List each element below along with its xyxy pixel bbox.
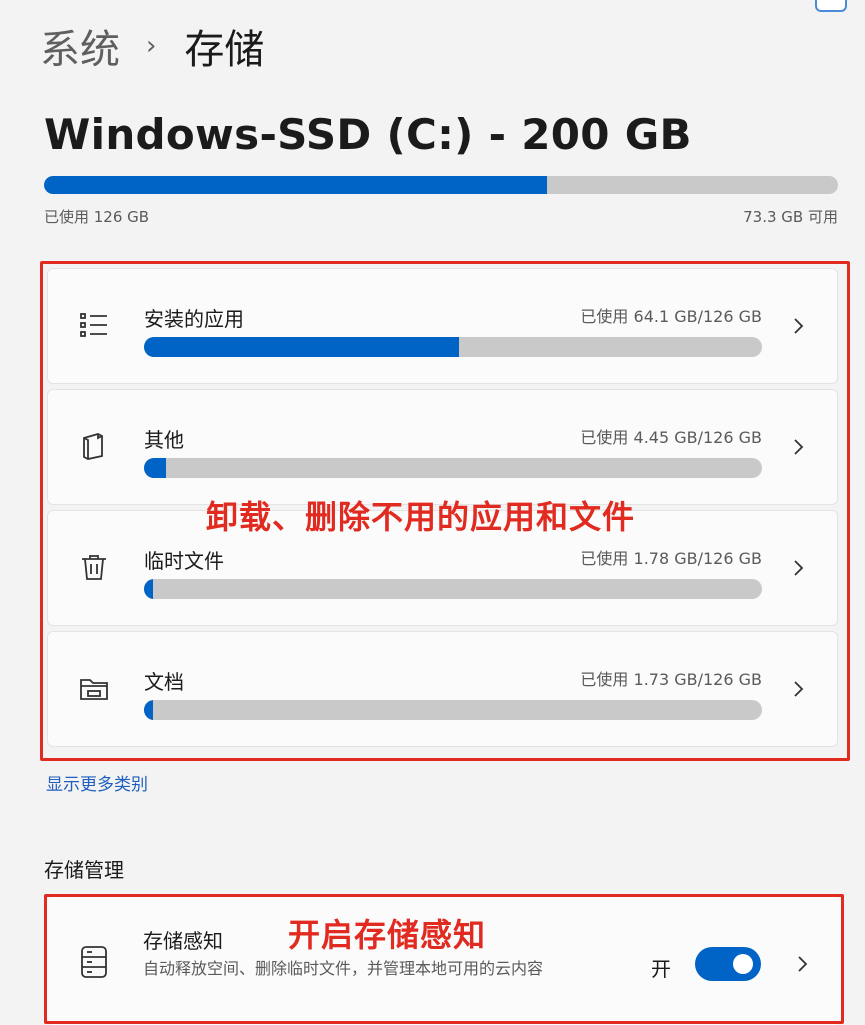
page-title: 存储 bbox=[184, 27, 265, 73]
annotation-text-storage-sense: 开启存储感知 bbox=[288, 916, 487, 954]
drive-used-label: 已使用 126 GB bbox=[44, 208, 150, 226]
drive-title: Windows-SSD (C:) - 200 GB bbox=[44, 110, 692, 159]
drive-free-label: 73.3 GB 可用 bbox=[743, 208, 838, 226]
drive-usage-bar bbox=[44, 176, 838, 194]
storage-settings-page: 系统 › 存储 Windows-SSD (C:) - 200 GB 已使用 12… bbox=[0, 0, 865, 1025]
breadcrumb: 系统 › 存储 bbox=[40, 14, 264, 78]
annotation-text-categories: 卸载、删除不用的应用和文件 bbox=[206, 498, 636, 536]
show-more-categories-link[interactable]: 显示更多类别 bbox=[46, 770, 148, 795]
breadcrumb-separator-icon: › bbox=[146, 31, 157, 61]
expand-icon[interactable] bbox=[815, 0, 847, 12]
storage-management-heading: 存储管理 bbox=[44, 858, 124, 882]
drive-usage-fill bbox=[44, 176, 548, 194]
breadcrumb-system[interactable]: 系统 bbox=[40, 17, 120, 75]
